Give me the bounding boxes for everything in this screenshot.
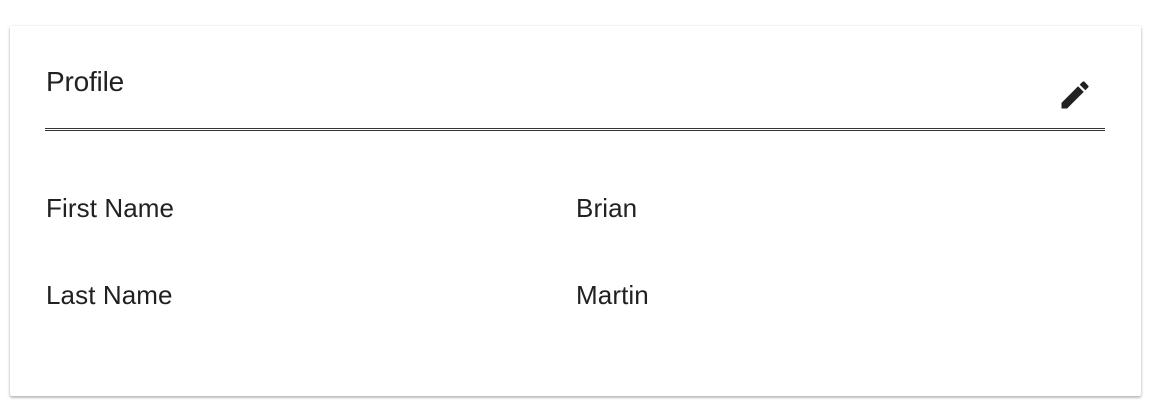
field-label: First Name <box>46 192 175 223</box>
field-row-last-name: Last Name Martin <box>46 275 1106 315</box>
field-label: Last Name <box>46 279 173 310</box>
field-value: Brian <box>576 192 638 223</box>
field-value: Martin <box>576 279 649 310</box>
field-row-first-name: First Name Brian <box>46 188 1106 228</box>
pencil-icon <box>1057 77 1093 113</box>
edit-button[interactable] <box>1055 75 1095 115</box>
card-title: Profile <box>46 66 124 97</box>
card-header: Profile <box>45 26 1105 131</box>
profile-card: Profile First Name Brian Last Name Marti… <box>10 26 1141 396</box>
